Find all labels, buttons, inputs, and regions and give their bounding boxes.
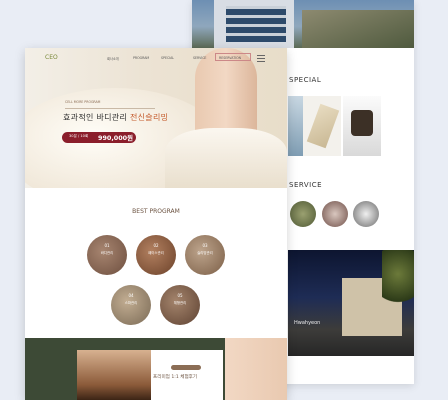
hero-title-prefix: 효과적인 바디관리 <box>63 113 130 122</box>
program-number: 01 <box>104 243 110 248</box>
program-item-1[interactable]: 01 바디관리 <box>87 235 127 275</box>
hero-subtitle: CELL MORE PROGRAM <box>65 100 101 104</box>
tree <box>382 250 414 310</box>
program-label: 바디관리 <box>100 251 114 255</box>
front-page-preview: CEO 회사소개 PROGRAM SPECIAL SERVICE RESERVA… <box>25 48 287 400</box>
program-item-4[interactable]: 04 스파관리 <box>111 285 151 325</box>
program-label: 페이스관리 <box>148 251 164 255</box>
nav-item-special[interactable]: SPECIAL <box>161 56 174 60</box>
program-label: 슬리밍관리 <box>197 251 213 255</box>
program-label: 스파관리 <box>124 301 138 305</box>
hamburger-menu-icon[interactable] <box>257 55 265 62</box>
nav-item-about[interactable]: 회사소개 <box>107 56 119 61</box>
program-label: 체형관리 <box>173 301 187 305</box>
model-wrap-cloth <box>165 128 287 188</box>
best-program-title: BEST PROGRAM <box>132 208 180 215</box>
price-value: 990,000원 <box>98 134 133 142</box>
nav-item-program[interactable]: PROGRAM <box>133 56 149 60</box>
hero-divider <box>65 108 155 109</box>
product-photo <box>77 350 151 400</box>
program-number: 03 <box>202 243 208 248</box>
hero-banner: CEO 회사소개 PROGRAM SPECIAL SERVICE RESERVA… <box>25 48 287 188</box>
program-number: 02 <box>153 243 159 248</box>
model-photo <box>225 338 287 400</box>
program-number: 04 <box>128 293 134 298</box>
review-section-title: 프리미엄 1:1 체험후기 <box>153 375 198 380</box>
program-item-3[interactable]: 03 슬리밍관리 <box>185 235 225 275</box>
building-windows <box>226 6 286 42</box>
price-badge[interactable]: 30분 / 10회 990,000원 <box>62 132 136 143</box>
service-circle-3[interactable] <box>353 201 379 227</box>
review-badge <box>171 365 201 370</box>
program-number: 05 <box>177 293 183 298</box>
service-circle-1[interactable] <box>290 201 316 227</box>
reservation-label: RESERVATION <box>219 56 241 60</box>
special-image-3[interactable] <box>343 96 381 156</box>
night-caption: Hwahyeon <box>294 320 321 326</box>
logo[interactable]: CEO <box>45 54 58 61</box>
price-label: 30분 / 10회 <box>69 134 89 138</box>
reservation-button[interactable]: RESERVATION <box>215 53 251 61</box>
nav-item-service[interactable]: SERVICE <box>193 56 206 60</box>
special-section-title: SPECIAL <box>289 76 322 84</box>
mountain-backdrop <box>302 10 414 48</box>
service-circle-2[interactable] <box>322 201 348 227</box>
program-item-5[interactable]: 05 체형관리 <box>160 285 200 325</box>
hero-title-highlight: 전신슬리밍 <box>129 113 169 122</box>
service-section-title: SERVICE <box>289 181 323 189</box>
program-item-2[interactable]: 02 페이스관리 <box>136 235 176 275</box>
special-image-2[interactable] <box>303 96 341 156</box>
hero-title: 효과적인 바디관리 전신슬리밍 <box>63 112 168 123</box>
